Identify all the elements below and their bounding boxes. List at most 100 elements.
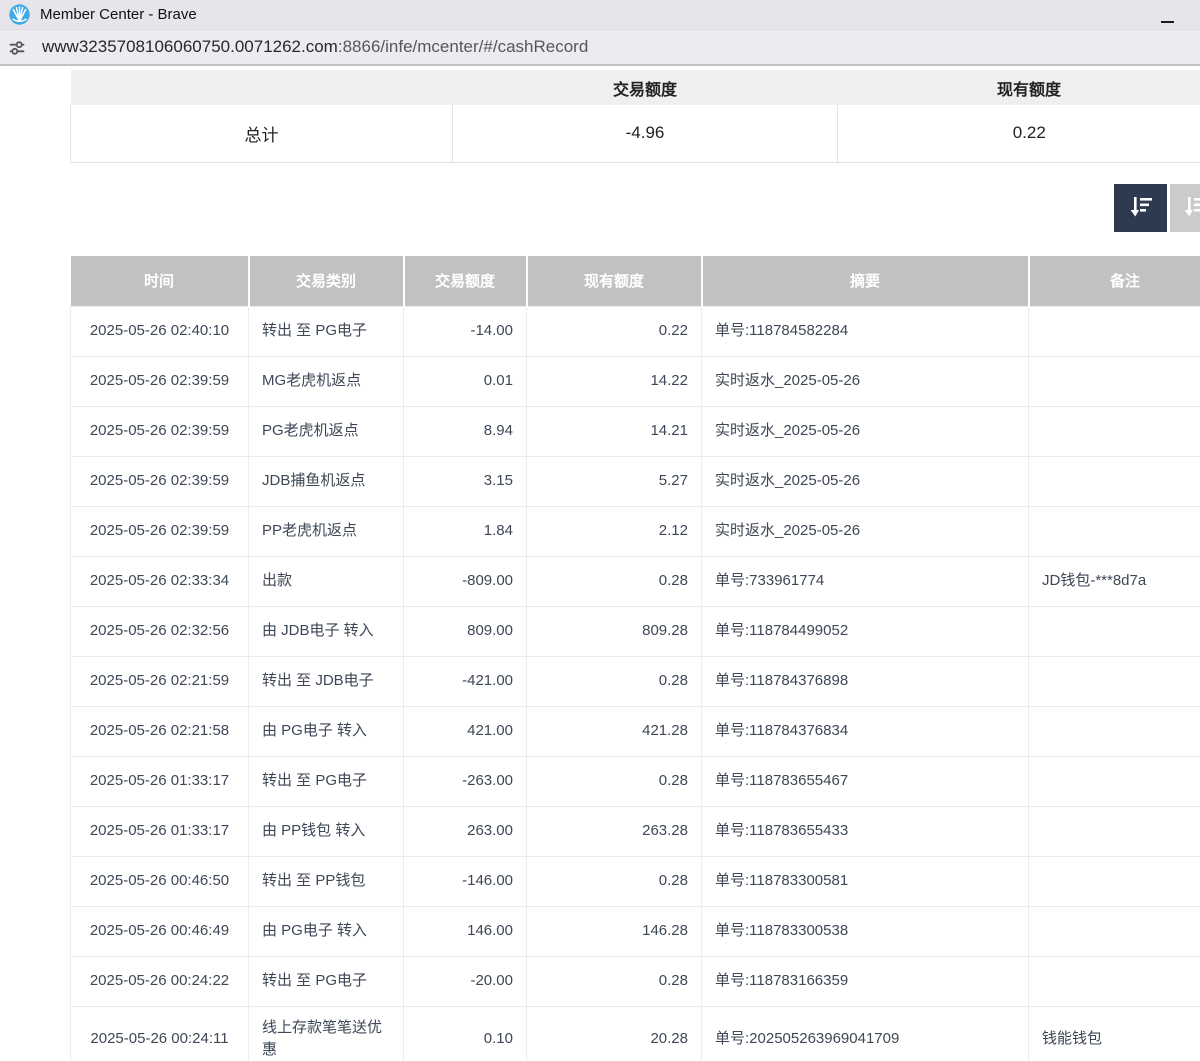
- cell-transaction-type: 转出 至 PP钱包: [249, 856, 404, 906]
- cell-transaction-amount: -20.00: [404, 956, 527, 1006]
- cell-time: 2025-05-26 02:32:56: [71, 606, 249, 656]
- cell-current-amount: 809.28: [527, 606, 702, 656]
- cell-remark: [1029, 906, 1200, 956]
- window-titlebar: Member Center - Brave: [0, 0, 1200, 30]
- cell-current-amount: 14.21: [527, 406, 702, 456]
- cell-current-amount: 2.12: [527, 506, 702, 556]
- total-current-amount: 0.22: [838, 105, 1200, 162]
- table-row: 2025-05-26 00:46:50 转出 至 PP钱包 -146.00 0.…: [71, 856, 1200, 906]
- cell-summary: 单号:118784582284: [702, 306, 1029, 356]
- tune-icon[interactable]: [8, 39, 26, 57]
- records-header-row: 时间 交易类别 交易额度 现有额度 摘要 备注: [71, 256, 1200, 306]
- header-time: 时间: [71, 256, 249, 306]
- cell-time: 2025-05-26 00:46:49: [71, 906, 249, 956]
- cell-transaction-type: 由 PG电子 转入: [249, 906, 404, 956]
- cell-remark: 钱能钱包: [1029, 1006, 1200, 1061]
- cell-time: 2025-05-26 02:39:59: [71, 506, 249, 556]
- sort-lines-descending-icon: [1181, 194, 1200, 223]
- cell-summary: 单号:118783166359: [702, 956, 1029, 1006]
- sort-ascending-button[interactable]: [1170, 184, 1200, 232]
- cell-transaction-amount: -14.00: [404, 306, 527, 356]
- cell-remark: [1029, 706, 1200, 756]
- cell-summary: 单号:733961774: [702, 556, 1029, 606]
- sort-amount-descending-icon: [1127, 194, 1155, 223]
- cell-transaction-amount: -263.00: [404, 756, 527, 806]
- cell-current-amount: 0.28: [527, 656, 702, 706]
- header-remark: 备注: [1029, 256, 1200, 306]
- cell-transaction-amount: -809.00: [404, 556, 527, 606]
- sort-descending-button[interactable]: [1114, 184, 1167, 232]
- cell-time: 2025-05-26 00:24:11: [71, 1006, 249, 1061]
- cell-time: 2025-05-26 01:33:17: [71, 806, 249, 856]
- cash-record-page: 交易额度 现有额度 总计 -4.96 0.22: [0, 66, 1200, 1059]
- cell-time: 2025-05-26 02:40:10: [71, 306, 249, 356]
- cell-transaction-amount: 0.10: [404, 1006, 527, 1061]
- summary-header-transaction-amount: 交易额度: [453, 70, 838, 105]
- cell-transaction-amount: -146.00: [404, 856, 527, 906]
- cell-transaction-type: 由 JDB电子 转入: [249, 606, 404, 656]
- table-row: 2025-05-26 02:39:59 JDB捕鱼机返点 3.15 5.27 实…: [71, 456, 1200, 506]
- cell-current-amount: 0.22: [527, 306, 702, 356]
- table-row: 2025-05-26 02:33:34 出款 -809.00 0.28 单号:7…: [71, 556, 1200, 606]
- cell-summary: 单号:118784376898: [702, 656, 1029, 706]
- cell-current-amount: 0.28: [527, 856, 702, 906]
- summary-header-row: 交易额度 现有额度: [71, 70, 1200, 105]
- table-row: 2025-05-26 02:39:59 MG老虎机返点 0.01 14.22 实…: [71, 356, 1200, 406]
- header-transaction-amount: 交易额度: [404, 256, 527, 306]
- cell-remark: JD钱包-***8d7a: [1029, 556, 1200, 606]
- table-row: 2025-05-26 00:24:22 转出 至 PG电子 -20.00 0.2…: [71, 956, 1200, 1006]
- cell-remark: [1029, 506, 1200, 556]
- url-domain: www3235708106060750.0071262.com: [42, 37, 338, 56]
- cell-transaction-type: 转出 至 PG电子: [249, 956, 404, 1006]
- cell-remark: [1029, 306, 1200, 356]
- summary-total-row: 总计 -4.96 0.22: [71, 105, 1200, 162]
- summary-table: 交易额度 现有额度 总计 -4.96 0.22: [70, 70, 1200, 163]
- cell-transaction-type: MG老虎机返点: [249, 356, 404, 406]
- cell-remark: [1029, 656, 1200, 706]
- cell-summary: 单号:118783655433: [702, 806, 1029, 856]
- cell-time: 2025-05-26 02:39:59: [71, 406, 249, 456]
- cell-summary: 实时返水_2025-05-26: [702, 356, 1029, 406]
- cell-transaction-type: JDB捕鱼机返点: [249, 456, 404, 506]
- total-label: 总计: [71, 105, 453, 162]
- table-row: 2025-05-26 00:24:11 线上存款笔笔送优惠 0.10 20.28…: [71, 1006, 1200, 1061]
- window-title: Member Center - Brave: [40, 0, 197, 30]
- cell-transaction-amount: -421.00: [404, 656, 527, 706]
- cell-transaction-amount: 263.00: [404, 806, 527, 856]
- cell-remark: [1029, 856, 1200, 906]
- lotus-favicon-icon: [9, 4, 30, 25]
- table-row: 2025-05-26 02:21:59 转出 至 JDB电子 -421.00 0…: [71, 656, 1200, 706]
- cell-transaction-type: 转出 至 JDB电子: [249, 656, 404, 706]
- cell-transaction-amount: 8.94: [404, 406, 527, 456]
- cell-transaction-type: 由 PG电子 转入: [249, 706, 404, 756]
- cell-transaction-type: PG老虎机返点: [249, 406, 404, 456]
- table-row: 2025-05-26 02:39:59 PG老虎机返点 8.94 14.21 实…: [71, 406, 1200, 456]
- cell-summary: 单号:118783300538: [702, 906, 1029, 956]
- cell-transaction-amount: 1.84: [404, 506, 527, 556]
- cell-current-amount: 421.28: [527, 706, 702, 756]
- url-path: :8866/infe/mcenter/#/cashRecord: [338, 37, 588, 56]
- address-bar[interactable]: www3235708106060750.0071262.com:8866/inf…: [0, 30, 1200, 66]
- cell-current-amount: 146.28: [527, 906, 702, 956]
- cell-current-amount: 263.28: [527, 806, 702, 856]
- url-text[interactable]: www3235708106060750.0071262.com:8866/inf…: [42, 30, 588, 64]
- cell-summary: 单号:118784376834: [702, 706, 1029, 756]
- cell-transaction-amount: 3.15: [404, 456, 527, 506]
- cell-summary: 单号:118783300581: [702, 856, 1029, 906]
- table-row: 2025-05-26 01:33:17 由 PP钱包 转入 263.00 263…: [71, 806, 1200, 856]
- cell-remark: [1029, 756, 1200, 806]
- header-summary: 摘要: [702, 256, 1029, 306]
- cell-transaction-amount: 0.01: [404, 356, 527, 406]
- cell-transaction-type: 出款: [249, 556, 404, 606]
- cell-remark: [1029, 956, 1200, 1006]
- cell-summary: 实时返水_2025-05-26: [702, 506, 1029, 556]
- sort-toolbar: [1114, 184, 1200, 232]
- cell-remark: [1029, 356, 1200, 406]
- minimize-icon: [1161, 21, 1174, 23]
- cell-summary: 实时返水_2025-05-26: [702, 456, 1029, 506]
- cell-current-amount: 5.27: [527, 456, 702, 506]
- minimize-button[interactable]: [1148, 0, 1186, 29]
- cell-current-amount: 0.28: [527, 756, 702, 806]
- cell-current-amount: 0.28: [527, 556, 702, 606]
- cell-current-amount: 14.22: [527, 356, 702, 406]
